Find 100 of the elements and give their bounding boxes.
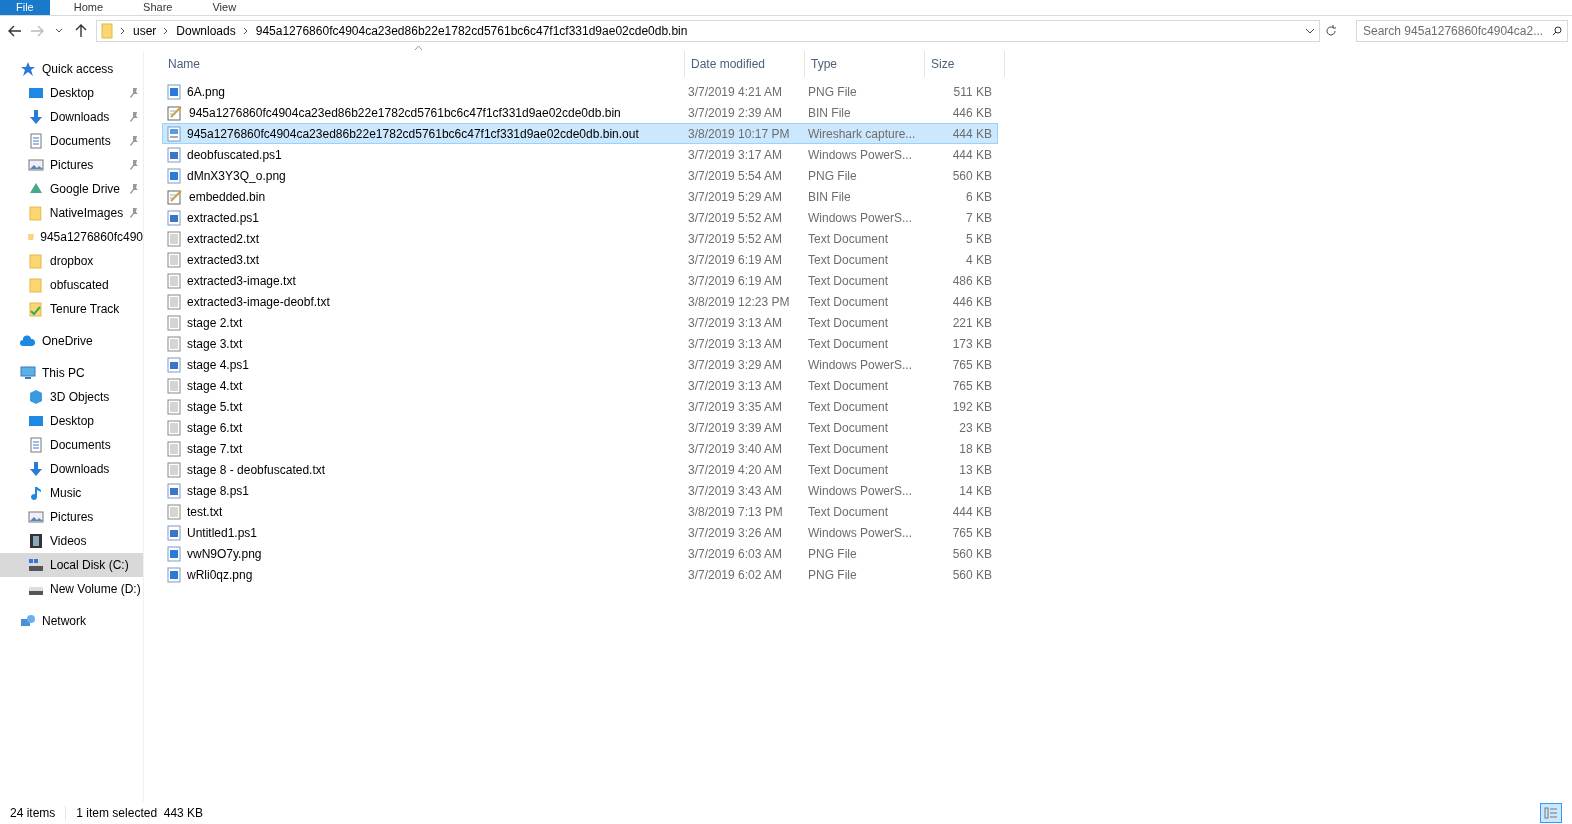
file-row[interactable]: embedded.bin 3/7/2019 5:29 AM BIN File 6 KB: [162, 186, 998, 207]
ribbon-tab[interactable]: View: [196, 0, 253, 15]
file-row[interactable]: stage 2.txt 3/7/2019 3:13 AM Text Document 221 KB: [162, 312, 998, 333]
nav-item[interactable]: 3D Objects: [0, 385, 143, 409]
image-file-icon: [167, 545, 181, 562]
file-row[interactable]: stage 4.ps1 3/7/2019 3:29 AM Windows PowerS... 765 KB: [162, 354, 998, 375]
nav-item[interactable]: 945a1276860fc490: [0, 225, 143, 249]
size-cell-text: 18 KB: [958, 440, 992, 457]
nav-item[interactable]: obfuscated: [0, 273, 143, 297]
file-row[interactable]: 945a1276860fc4904ca23ed86b22e1782cd5761bc6c47f1cf331d9ae02cde0db.bin.out 3/8/2019 10:17 PM Wireshark capture... 444 KB: [162, 123, 998, 144]
file-row[interactable]: Untitled1.ps1 3/7/2019 3:26 AM Windows PowerS... 765 KB: [162, 522, 998, 543]
type-cell-text: PNG File: [807, 545, 858, 562]
file-name: stage 4.txt: [187, 377, 244, 394]
date-cell-text: 3/7/2019 4:21 AM: [687, 83, 784, 100]
nav-item[interactable]: Videos: [0, 529, 143, 553]
size-cell-text: 511 KB: [952, 83, 992, 100]
column-header[interactable]: Name: [162, 51, 685, 77]
nav-item[interactable]: Local Disk (C:): [0, 553, 143, 577]
file-row[interactable]: extracted.ps1 3/7/2019 5:52 AM Windows PowerS... 7 KB: [162, 207, 998, 228]
date-cell-text: 3/7/2019 6:19 AM: [687, 272, 784, 289]
notepad-pencil-icon: [167, 188, 183, 205]
details-view-button[interactable]: [1540, 803, 1562, 823]
date-cell-text: 3/7/2019 3:43 AM: [687, 482, 784, 499]
ribbon-tab[interactable]: File: [0, 0, 50, 15]
nav-item[interactable]: Music: [0, 481, 143, 505]
file-row[interactable]: stage 6.txt 3/7/2019 3:39 AM Text Document 23 KB: [162, 417, 998, 438]
file-row[interactable]: stage 7.txt 3/7/2019 3:40 AM Text Document 18 KB: [162, 438, 998, 459]
file-row[interactable]: vwN9O7y.png 3/7/2019 6:03 AM PNG File 560 KB: [162, 543, 998, 564]
nav-item[interactable]: Documents: [0, 433, 143, 457]
file-row[interactable]: extracted3.txt 3/7/2019 6:19 AM Text Document 4 KB: [162, 249, 998, 270]
column-header[interactable]: Type: [805, 51, 925, 77]
nav-item[interactable]: Pictures: [0, 505, 143, 529]
breadcrumb[interactable]: 945a1276860fc4904ca23ed86b22e1782cd5761bc6c47f1cf331d9ae02cde0db.bin: [255, 24, 688, 38]
text-file-icon: [167, 419, 181, 436]
folder-check-icon: [28, 301, 44, 317]
pin-icon[interactable]: [129, 136, 139, 146]
nav-item[interactable]: OneDrive: [0, 329, 143, 353]
breadcrumb[interactable]: user: [133, 24, 157, 38]
nav-item[interactable]: Downloads: [0, 105, 143, 129]
column-header[interactable]: Date modified: [685, 51, 805, 77]
file-row[interactable]: stage 3.txt 3/7/2019 3:13 AM Text Document 173 KB: [162, 333, 998, 354]
nav-item[interactable]: Pictures: [0, 153, 143, 177]
size-cell-text: 444 KB: [951, 125, 992, 142]
file-row[interactable]: test.txt 3/8/2019 7:13 PM Text Document 444 KB: [162, 501, 998, 522]
nav-item[interactable]: Documents: [0, 129, 143, 153]
type-cell-text: Text Document: [807, 293, 890, 310]
size-cell-text: 765 KB: [951, 356, 992, 373]
file-row[interactable]: stage 8.ps1 3/7/2019 3:43 AM Windows PowerS... 14 KB: [162, 480, 998, 501]
address-bar[interactable]: user Downloads 945a1276860fc4904ca23ed86b22e1782cd5761bc6c47f1cf331d9ae02cde0db.bin: [96, 20, 1320, 42]
breadcrumb[interactable]: Downloads: [176, 24, 236, 38]
ribbon-tab[interactable]: Home: [57, 0, 120, 15]
image-file-icon: [167, 167, 181, 184]
file-row[interactable]: stage 4.txt 3/7/2019 3:13 AM Text Document 765 KB: [162, 375, 998, 396]
file-row[interactable]: extracted3-image.txt 3/7/2019 6:19 AM Text Document 486 KB: [162, 270, 998, 291]
pin-icon[interactable]: [129, 112, 139, 122]
ribbon-tab[interactable]: Share: [127, 0, 189, 15]
file-row[interactable]: dMnX3Y3Q_o.png 3/7/2019 5:54 AM PNG File 560 KB: [162, 165, 998, 186]
file-row[interactable]: deobfuscated.ps1 3/7/2019 3:17 AM Windows PowerS... 444 KB: [162, 144, 998, 165]
pin-icon[interactable]: [129, 208, 139, 218]
nav-item[interactable]: This PC: [0, 361, 143, 385]
type-cell-text: Text Document: [807, 272, 890, 289]
size-cell-text: 444 KB: [951, 503, 992, 520]
dropdown-caret-icon[interactable]: [1305, 28, 1315, 34]
type-cell-text: PNG File: [807, 83, 858, 100]
nav-item[interactable]: NativeImages: [0, 201, 143, 225]
type-cell-text: Windows PowerS...: [807, 524, 914, 541]
drive-icon: [28, 557, 44, 573]
column-header[interactable]: Size: [925, 51, 1005, 77]
file-row[interactable]: wRli0qz.png 3/7/2019 6:02 AM PNG File 560 KB: [162, 564, 998, 585]
date-cell-text: 3/7/2019 3:13 AM: [687, 335, 784, 352]
nav-item[interactable]: Google Drive: [0, 177, 143, 201]
pin-icon[interactable]: [129, 88, 139, 98]
size-cell-text: 765 KB: [951, 524, 992, 541]
file-row[interactable]: extracted3-image-deobf.txt 3/8/2019 12:23 PM Text Document 446 KB: [162, 291, 998, 312]
binary-file-icon: [167, 125, 181, 142]
search-field[interactable]: Search 945a1276860fc4904ca2...: [1356, 20, 1568, 42]
nav-item[interactable]: New Volume (D:): [0, 577, 143, 601]
file-name: 945a1276860fc4904ca23ed86b22e1782cd5761bc6c47f1cf331d9ae02cde0db.bin.out: [187, 125, 640, 142]
nav-item[interactable]: Downloads: [0, 457, 143, 481]
nav-item[interactable]: Desktop: [0, 409, 143, 433]
file-row[interactable]: 6A.png 3/7/2019 4:21 AM PNG File 511 KB: [162, 81, 998, 102]
file-row[interactable]: extracted2.txt 3/7/2019 5:52 AM Text Document 5 KB: [162, 228, 998, 249]
nav-item[interactable]: Tenure Track: [0, 297, 143, 321]
pin-icon[interactable]: [129, 184, 139, 194]
pin-icon[interactable]: [129, 160, 139, 170]
file-name: extracted2.txt: [187, 230, 261, 247]
file-row[interactable]: 945a1276860fc4904ca23ed86b22e1782cd5761bc6c47f1cf331d9ae02cde0db.bin 3/7/2019 2:39 AM BIN File 446 KB: [162, 102, 998, 123]
file-name: deobfuscated.ps1: [187, 146, 283, 163]
nav-item[interactable]: dropbox: [0, 249, 143, 273]
file-row[interactable]: stage 8 - deobfuscated.txt 3/7/2019 4:20 AM Text Document 13 KB: [162, 459, 998, 480]
file-name: stage 8.ps1: [187, 482, 251, 499]
nav-item[interactable]: Network: [0, 609, 143, 633]
date-cell-text: 3/7/2019 3:29 AM: [687, 356, 784, 373]
file-row[interactable]: stage 5.txt 3/7/2019 3:35 AM Text Document 192 KB: [162, 396, 998, 417]
nav-item[interactable]: Quick access: [0, 57, 143, 81]
type-cell-text: Text Document: [807, 335, 890, 352]
back-arrow-icon: [8, 25, 22, 37]
file-name: stage 4.ps1: [187, 356, 251, 373]
type-cell-text: Text Document: [807, 461, 890, 478]
nav-item[interactable]: Desktop: [0, 81, 143, 105]
